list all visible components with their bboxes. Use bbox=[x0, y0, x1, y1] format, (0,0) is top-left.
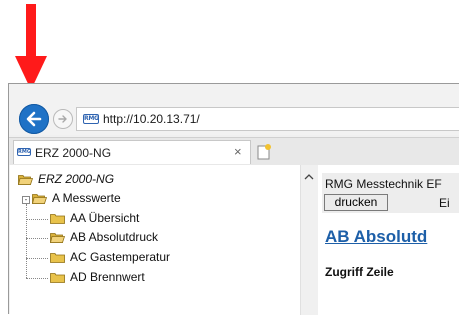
section-subheading: Zugriff Zeile bbox=[325, 265, 394, 279]
scroll-up-icon[interactable] bbox=[304, 173, 314, 181]
tree-item-label: AC Gastemperatur bbox=[70, 250, 171, 264]
detail-header-title: RMG Messtechnik EF bbox=[325, 177, 442, 191]
header-cut-text: Ei bbox=[439, 196, 450, 210]
page-content: ERZ 2000-NG - A Messwerte AA Übersicht A… bbox=[10, 165, 459, 315]
tree-root-label: ERZ 2000-NG bbox=[38, 172, 115, 186]
url-input[interactable]: RMG http://10.20.13.71/ bbox=[76, 107, 459, 131]
new-tab-icon[interactable] bbox=[255, 143, 273, 161]
browser-window: RMG http://10.20.13.71/ RMG ERZ 2000-NG … bbox=[8, 83, 459, 315]
tab-bar: RMG ERZ 2000-NG × bbox=[9, 137, 459, 165]
collapse-toggle[interactable]: - bbox=[22, 196, 30, 204]
folder-open-icon bbox=[32, 194, 47, 204]
tree-line bbox=[26, 258, 48, 259]
url-text: http://10.20.13.71/ bbox=[103, 112, 200, 126]
annotation-arrow-shaft bbox=[26, 4, 36, 56]
tree-line bbox=[26, 204, 27, 278]
rmg-tab-icon: RMG bbox=[17, 148, 31, 156]
tree-item-label: AB Absolutdruck bbox=[70, 230, 159, 244]
navigation-tree: ERZ 2000-NG - A Messwerte AA Übersicht A… bbox=[10, 165, 301, 315]
tab-close-icon[interactable]: × bbox=[234, 144, 242, 159]
tree-line bbox=[26, 219, 48, 220]
tree-line bbox=[26, 278, 48, 279]
folder-open-icon bbox=[50, 233, 65, 243]
rmg-logo-icon: RMG bbox=[83, 114, 99, 124]
back-button[interactable] bbox=[19, 104, 49, 134]
tree-group-label: A Messwerte bbox=[52, 191, 121, 205]
detail-pane: RMG Messtechnik EF drucken Ei AB Absolut… bbox=[318, 165, 459, 315]
tree-scrollbar[interactable] bbox=[300, 165, 318, 315]
tree-item-label: AD Brennwert bbox=[70, 270, 145, 284]
print-button[interactable]: drucken bbox=[324, 194, 388, 211]
tree-line bbox=[26, 238, 48, 239]
page-heading[interactable]: AB Absolutd bbox=[325, 227, 427, 247]
forward-button[interactable] bbox=[53, 109, 73, 129]
tab-title: ERZ 2000-NG bbox=[35, 146, 112, 160]
tree-item-label: AA Übersicht bbox=[70, 211, 140, 225]
folder-icon bbox=[50, 273, 65, 283]
folder-open-icon bbox=[18, 175, 33, 185]
folder-icon bbox=[50, 214, 65, 224]
detail-header: RMG Messtechnik EF drucken Ei bbox=[322, 173, 459, 213]
tab-erz2000[interactable]: RMG ERZ 2000-NG × bbox=[13, 140, 251, 164]
back-arrow-icon bbox=[26, 111, 42, 127]
forward-arrow-icon bbox=[58, 115, 67, 123]
folder-icon bbox=[50, 253, 65, 263]
address-row: RMG http://10.20.13.71/ bbox=[9, 84, 459, 135]
